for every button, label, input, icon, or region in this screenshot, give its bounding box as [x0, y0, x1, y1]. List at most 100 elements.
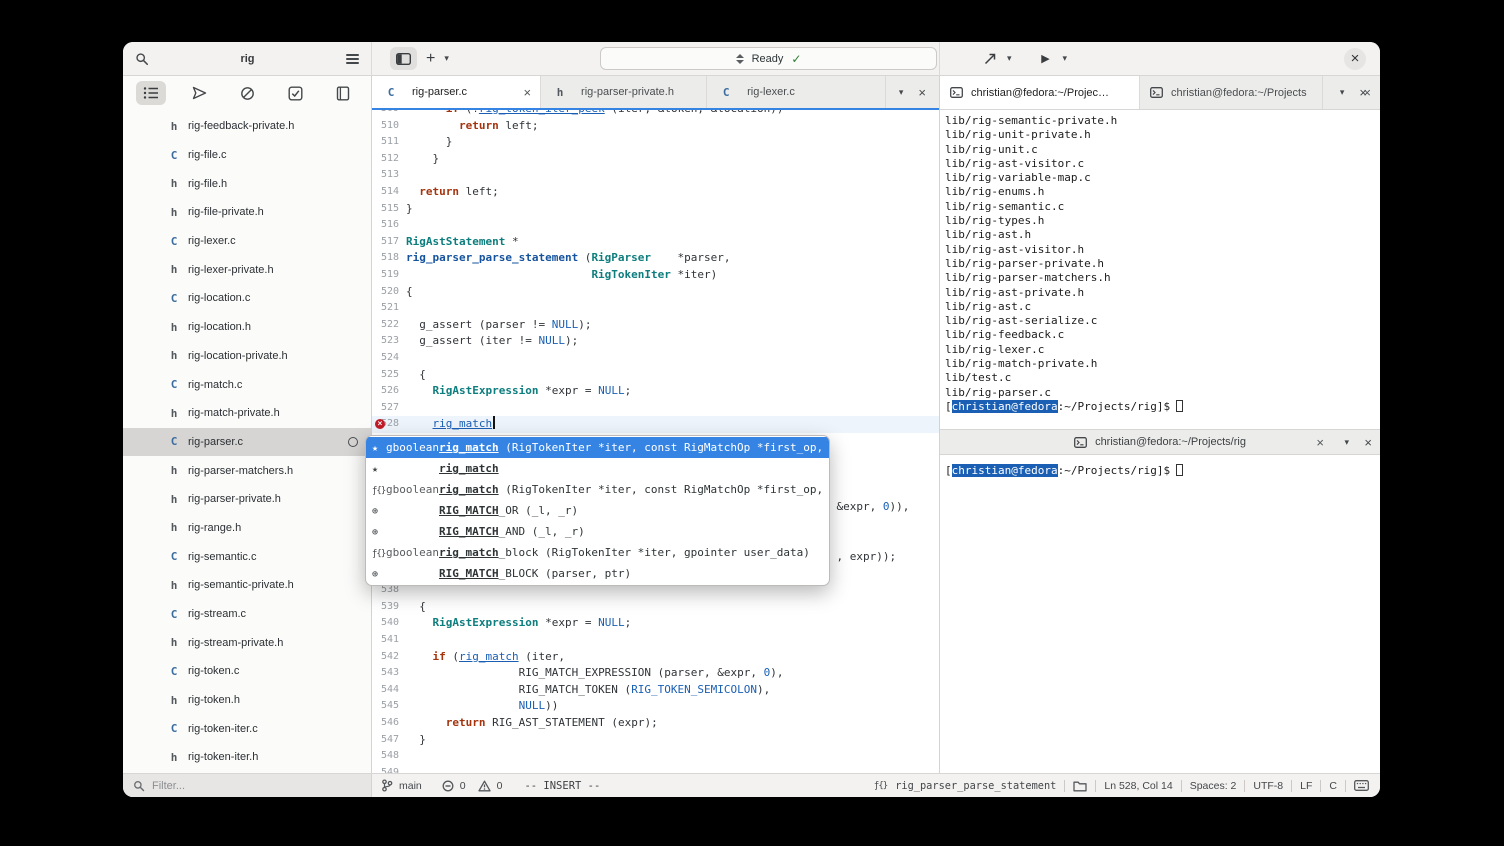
code-line[interactable]: 546 return RIG_AST_STATEMENT (expr);: [372, 715, 939, 732]
code-line[interactable]: 547 }: [372, 732, 939, 749]
file-list-item[interactable]: h rig-range.h: [123, 514, 371, 543]
tab-list-chevron-icon[interactable]: ▾: [899, 87, 904, 98]
code-line[interactable]: × 528 rig_match: [372, 416, 939, 433]
file-list-item[interactable]: h rig-lexer-private.h: [123, 255, 371, 284]
close-tab-icon[interactable]: ×: [1363, 85, 1371, 100]
code-line[interactable]: 548: [372, 748, 939, 765]
primary-menu-icon[interactable]: [346, 52, 359, 66]
file-list-item[interactable]: Crig-lexer.c: [123, 227, 371, 256]
completion-item[interactable]: ƒ{}gbooleanrig_match_block (RigTokenIter…: [366, 542, 829, 563]
new-document-button[interactable]: +: [426, 50, 435, 67]
language-setting[interactable]: C: [1329, 780, 1337, 792]
file-list-item[interactable]: h rig-token-iter.h: [123, 743, 371, 772]
code-line[interactable]: 543 RIG_MATCH_EXPRESSION (parser, &expr,…: [372, 665, 939, 682]
file-list-item[interactable]: h rig-match-private.h: [123, 399, 371, 428]
terminal-bottom-panel-close-icon[interactable]: ×: [1364, 435, 1372, 450]
run-alternate-chevron-icon[interactable]: ▾: [1007, 53, 1012, 64]
file-list-item[interactable]: Crig-location.c: [123, 284, 371, 313]
warnings-count[interactable]: 0: [497, 780, 503, 792]
completion-item[interactable]: ⊕ RIG_MATCH_AND (_l, _r): [366, 521, 829, 542]
code-line[interactable]: 542 if (rig_match (iter,: [372, 649, 939, 666]
editor-tab[interactable]: h rig-parser-private.h: [541, 76, 708, 108]
code-line[interactable]: 514 return left;: [372, 184, 939, 201]
terminal-bottom-chevron-icon[interactable]: ▾: [1344, 437, 1349, 448]
file-list-item[interactable]: h rig-parser-private.h: [123, 485, 371, 514]
file-list-item[interactable]: h rig-file.h: [123, 169, 371, 198]
indentation-setting[interactable]: Spaces: 2: [1190, 780, 1237, 792]
keyboard-icon[interactable]: [1354, 780, 1369, 791]
terminal-bottom[interactable]: [christian@fedora:~/Projects/rig]$: [940, 455, 1380, 773]
cursor-position[interactable]: Ln 528, Col 14: [1104, 780, 1172, 792]
file-list-item[interactable]: h rig-stream-private.h: [123, 628, 371, 657]
terminal-bottom-close-tab-icon[interactable]: ×: [1316, 435, 1324, 450]
code-line[interactable]: 525 {: [372, 367, 939, 384]
run-button[interactable]: ▶: [1036, 49, 1056, 69]
current-symbol[interactable]: rig_parser_parse_statement: [895, 780, 1056, 792]
file-list-item[interactable]: h rig-feedback-private.h: [123, 112, 371, 141]
file-list-item[interactable]: h rig-semantic-private.h: [123, 571, 371, 600]
close-frame-icon[interactable]: ×: [918, 85, 926, 100]
code-line[interactable]: 517 RigAstStatement *: [372, 234, 939, 251]
file-list-item[interactable]: Crig-token.c: [123, 657, 371, 686]
documentation-panel-button[interactable]: [328, 81, 358, 105]
run-alternate-icon[interactable]: [980, 49, 1000, 69]
omnibar-build-status[interactable]: Ready ✓: [600, 47, 937, 70]
file-list-item[interactable]: Crig-match.c: [123, 370, 371, 399]
code-line[interactable]: 510 return left;: [372, 118, 939, 135]
code-line[interactable]: 526 RigAstExpression *expr = NULL;: [372, 383, 939, 400]
code-line[interactable]: 512 }: [372, 151, 939, 168]
close-tab-icon[interactable]: ×: [523, 85, 531, 100]
code-line[interactable]: 509 if (!rig_token_iter_peek (iter, &tok…: [372, 110, 939, 118]
window-close-button[interactable]: ×: [1344, 47, 1366, 70]
file-list-item[interactable]: Crig-parser.c: [123, 427, 371, 457]
file-list-item[interactable]: Crig-file.c: [123, 141, 371, 170]
completion-item[interactable]: ★ gbooleanrig_match (RigTokenIter *iter, …: [366, 437, 829, 458]
code-line[interactable]: 523 g_assert (iter != NULL);: [372, 333, 939, 350]
code-line[interactable]: 511 }: [372, 134, 939, 151]
git-branch-name[interactable]: main: [399, 780, 422, 792]
code-line[interactable]: 544 RIG_MATCH_TOKEN (RIG_TOKEN_SEMICOLON…: [372, 682, 939, 699]
terminal-list-chevron-icon[interactable]: ▾: [1340, 87, 1345, 98]
run-chevron-icon[interactable]: ▾: [1063, 53, 1068, 64]
filter-input[interactable]: [152, 779, 361, 792]
toggle-sidebar-button[interactable]: [390, 47, 417, 70]
file-list-item[interactable]: h rig-token.h: [123, 686, 371, 715]
completion-item[interactable]: ⊕ RIG_MATCH_OR (_l, _r): [366, 500, 829, 521]
diagnostics-panel-button[interactable]: [232, 81, 262, 105]
code-line[interactable]: 539 {: [372, 599, 939, 616]
line-ending-setting[interactable]: LF: [1300, 780, 1312, 792]
search-icon[interactable]: [135, 52, 149, 66]
errors-count[interactable]: 0: [460, 780, 466, 792]
file-list-item[interactable]: h rig-file-private.h: [123, 198, 371, 227]
code-line[interactable]: 527: [372, 400, 939, 417]
code-line[interactable]: 519 RigTokenIter *iter): [372, 267, 939, 284]
code-line[interactable]: 545 NULL)): [372, 698, 939, 715]
encoding-setting[interactable]: UTF-8: [1253, 780, 1283, 792]
folder-icon[interactable]: [1073, 780, 1088, 792]
code-line[interactable]: 524: [372, 350, 939, 367]
code-line[interactable]: 515}: [372, 201, 939, 218]
code-line[interactable]: 518 rig_parser_parse_statement (RigParser…: [372, 250, 939, 267]
file-list-item[interactable]: Crig-token-iter.c: [123, 714, 371, 743]
terminal-tab[interactable]: christian@fedora:~/Projects ×: [1140, 76, 1371, 109]
code-line[interactable]: 521: [372, 300, 939, 317]
terminal-tab[interactable]: christian@fedora:~/Projects/rig: [940, 76, 1140, 109]
run-panel-button[interactable]: [184, 81, 214, 105]
files-panel-button[interactable]: [136, 81, 166, 105]
code-line[interactable]: 522 g_assert (parser != NULL);: [372, 317, 939, 334]
new-document-chevron-icon[interactable]: ▾: [444, 53, 449, 64]
code-line[interactable]: 540 RigAstExpression *expr = NULL;: [372, 615, 939, 632]
file-list-item[interactable]: Crig-semantic.c: [123, 542, 371, 571]
terminal-top[interactable]: lib/rig-semantic-private.h lib/rig-unit-p…: [940, 110, 1380, 430]
code-line[interactable]: 549: [372, 765, 939, 773]
file-list-item[interactable]: h rig-parser-matchers.h: [123, 456, 371, 485]
file-list-item[interactable]: Crig-stream.c: [123, 600, 371, 629]
editor-tab[interactable]: Crig-parser.c ×: [372, 76, 542, 108]
code-line[interactable]: 520 {: [372, 284, 939, 301]
completion-item[interactable]: ⊕ RIG_MATCH_BLOCK (parser, ptr): [366, 563, 829, 584]
completion-item[interactable]: ƒ{}gbooleanrig_match (RigTokenIter *iter…: [366, 479, 829, 500]
editor-tab[interactable]: Crig-lexer.c: [707, 76, 886, 108]
completion-item[interactable]: ★ rig_match: [366, 458, 829, 479]
code-line[interactable]: 513: [372, 167, 939, 184]
code-line[interactable]: 541: [372, 632, 939, 649]
